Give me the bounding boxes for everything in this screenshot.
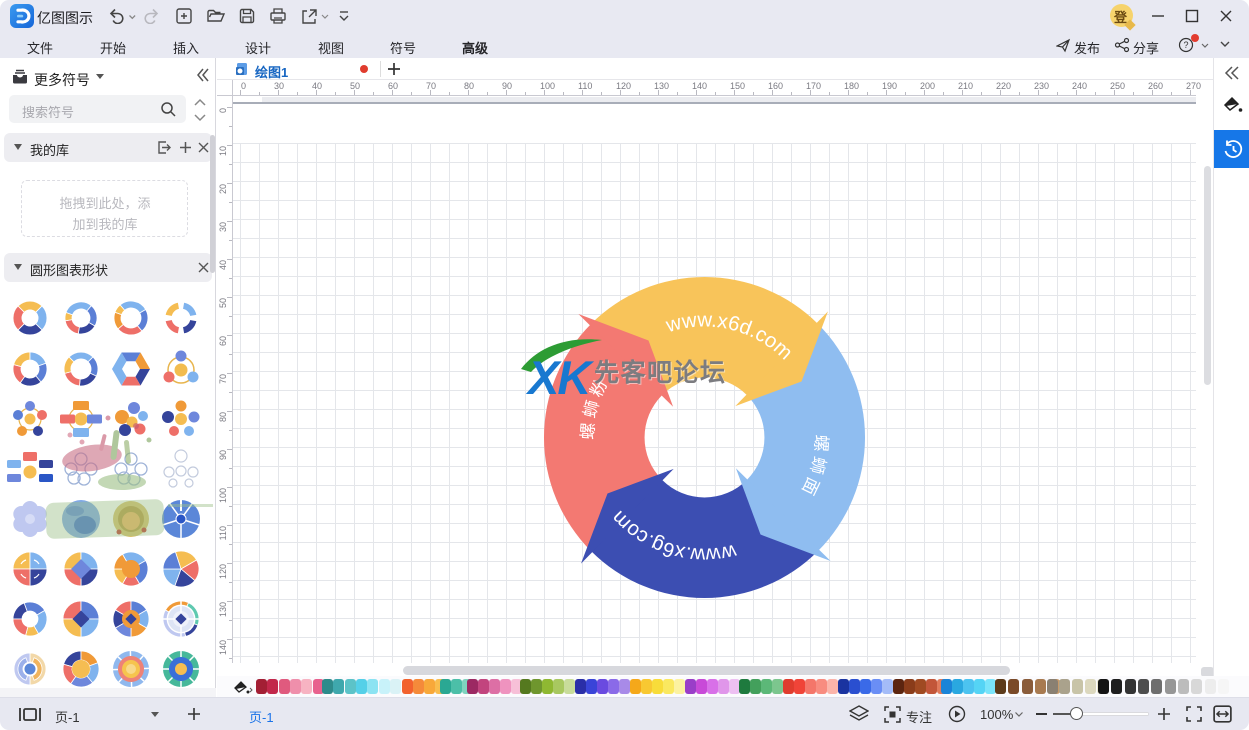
svg-text:XK: XK — [525, 351, 594, 404]
svg-text:?: ? — [1184, 40, 1189, 50]
svg-text:先客吧论坛: 先客吧论坛 — [594, 358, 727, 387]
